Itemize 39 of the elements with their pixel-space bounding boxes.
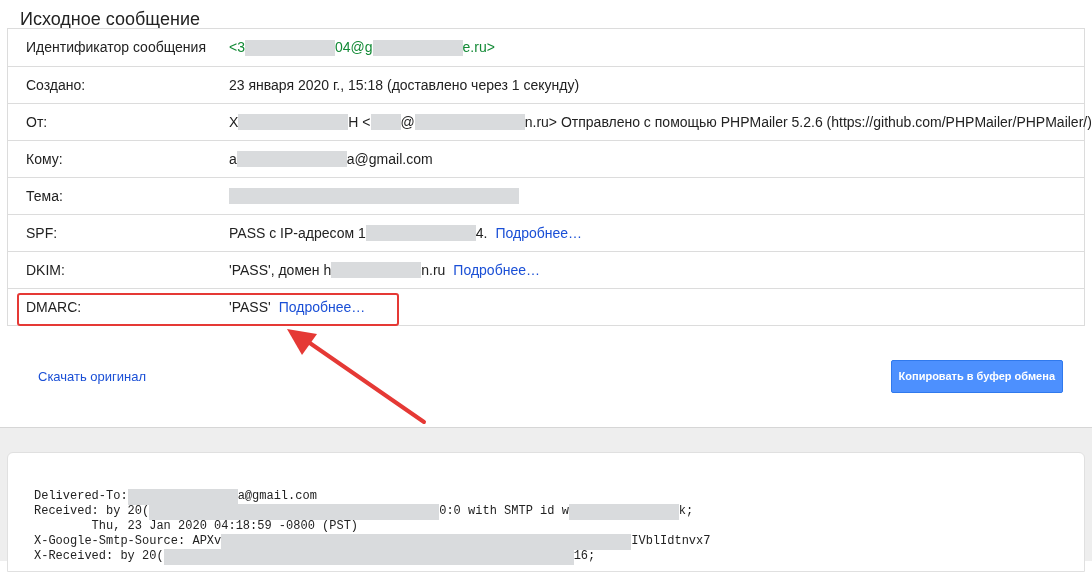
- field-value: 4.: [475, 223, 488, 243]
- field-value: Н <: [348, 112, 371, 132]
- field-label: DKIM:: [25, 260, 66, 280]
- header-text: X-Received: by 20(: [34, 549, 164, 564]
- field-label: SPF:: [25, 223, 59, 243]
- redacted-block: [370, 114, 401, 130]
- header-text: Thu, 23 Jan 2020 04:18:59 -0800 (PST): [90, 519, 359, 534]
- field-value: 'PASS', домен h: [229, 260, 332, 280]
- details-link[interactable]: Подробнее…: [495, 222, 583, 244]
- field-value: 23 января 2020 г., 15:18 (доставлено через 1 секунду): [229, 75, 580, 95]
- field-value: @: [400, 112, 415, 132]
- details-link[interactable]: Подробнее…: [453, 259, 540, 281]
- field-value: Х: [229, 112, 239, 132]
- header-text: Delivered-To:: [34, 489, 128, 504]
- field-label: Кому:: [25, 149, 64, 169]
- field-value: n.ru> Отправлено с помощью PHPMailer 5.2.6 (https://github.com/PHPMailer/PHPMailer/): [524, 112, 1092, 132]
- header-text: IVblIdtnvx7: [631, 534, 711, 549]
- field-label: Идентификатор сообщения: [25, 38, 207, 57]
- message-id-text: e.ru>: [462, 38, 495, 57]
- page-title: Исходное сообщение: [19, 8, 201, 28]
- field-label: От:: [25, 112, 49, 132]
- field-label: Создано:: [25, 75, 87, 95]
- message-id-text: 04@g: [334, 38, 373, 57]
- header-text: a@gmail.com: [237, 489, 317, 504]
- field-value: 'PASS': [229, 297, 271, 317]
- header-text: 0:0 with SMTP id w: [439, 504, 569, 519]
- header-text: k;: [678, 504, 694, 519]
- field-label: Тема:: [25, 186, 64, 206]
- details-link[interactable]: Подробнее…: [278, 296, 366, 318]
- header-text: X-Google-Smtp-Source: APXv: [34, 534, 222, 549]
- header-text: Received: by 20(: [34, 504, 150, 519]
- message-id-text: <3: [229, 38, 245, 57]
- field-value: PASS с IP-адресом 1: [229, 223, 366, 243]
- field-value: n.ru: [421, 260, 446, 280]
- field-value: a@gmail.com: [346, 149, 433, 169]
- field-label: DMARC:: [25, 297, 83, 317]
- header-text: 16;: [573, 549, 596, 564]
- download-original-link[interactable]: Скачать оригинал: [38, 366, 147, 387]
- field-value: a: [229, 149, 237, 169]
